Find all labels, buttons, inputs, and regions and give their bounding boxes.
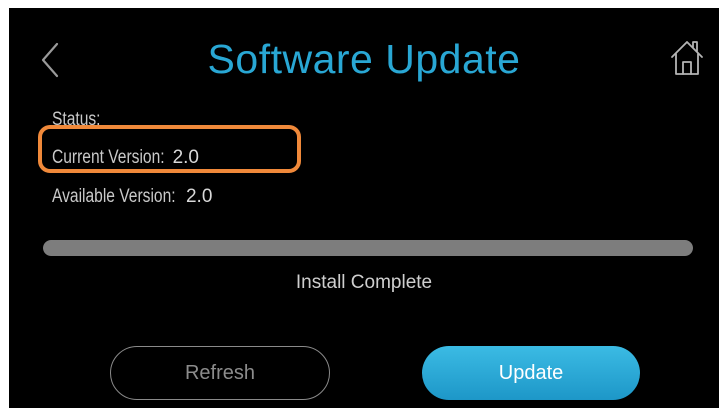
update-button[interactable]: Update [422,346,640,400]
install-progress-fill [43,240,693,256]
page-title: Software Update [207,36,521,82]
software-update-screen: Software Update Status: Current Version:… [9,8,719,408]
home-icon [671,41,703,75]
chevron-left-icon [41,42,59,78]
available-version-label: Available Version: [52,186,176,207]
install-status-text: Install Complete [295,272,433,293]
install-progress-bar [43,240,693,256]
back-button[interactable] [37,38,65,82]
current-version-highlight [38,125,301,173]
available-version-value: 2.0 [185,186,213,207]
refresh-button[interactable]: Refresh [110,346,330,400]
available-version-row: Available Version: 2.0 [52,186,212,208]
home-button[interactable] [669,38,705,78]
